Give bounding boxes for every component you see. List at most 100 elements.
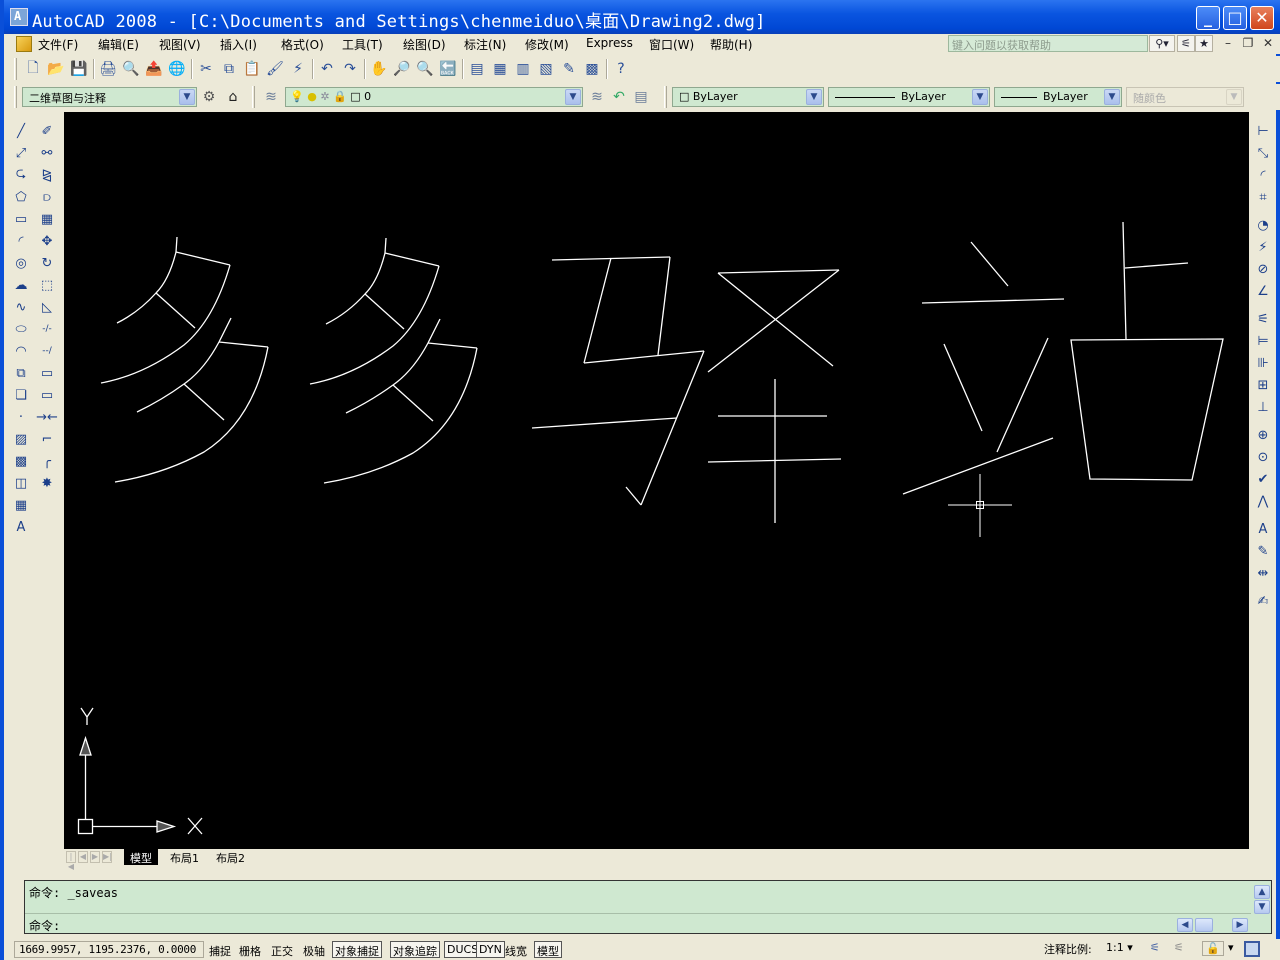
ellipse-tool-button[interactable]: ⬭ [10,318,32,340]
maximize-button[interactable]: □ [1223,6,1247,30]
copy-button[interactable]: ⧉ [218,58,240,80]
pan-button[interactable]: ✋ [368,58,390,80]
toolbar-grip[interactable] [252,86,255,108]
dimension-space-tool-button[interactable]: ⊞ [1252,374,1274,396]
break-at-point-tool-button[interactable]: ▭ [36,362,58,384]
linear-dimension-tool-button[interactable]: ⊢ [1252,120,1274,142]
menu-edit[interactable]: 编辑(E) [98,36,139,53]
join-tool-button[interactable]: →← [36,406,58,428]
tab-layout1[interactable]: 布局1 [164,849,205,865]
save-button[interactable]: 💾 [68,58,90,80]
paste-button[interactable]: 📋 [241,58,263,80]
my-workspace-button[interactable]: ⌂ [222,86,244,108]
layer-states-button[interactable]: ▤ [630,86,652,108]
minimize-button[interactable]: _ [1196,6,1220,30]
clean-screen-button[interactable] [1244,941,1260,957]
polyline-tool-button[interactable]: ⮎ [10,164,32,186]
previous-tab-button[interactable]: ◀ [78,851,88,863]
center-mark-tool-button[interactable]: ⊙ [1252,446,1274,468]
linetype-select[interactable]: ByLayer ▼ [828,87,990,107]
trim-tool-button[interactable]: -/- [36,318,58,340]
help-search-button[interactable]: ⚲▾ [1149,35,1175,52]
scroll-up-button[interactable]: ▲ [1254,885,1270,899]
make-block-tool-button[interactable]: ❏ [10,384,32,406]
revision-cloud-tool-button[interactable]: ☁ [10,274,32,296]
menu-tools[interactable]: 工具(T) [342,36,383,53]
annotation-scale-select[interactable]: 1:1 ▾ [1106,941,1133,954]
publish-button[interactable]: 📤 [143,58,165,80]
auto-scale-button[interactable]: ⚟ [1174,941,1184,954]
coordinates-readout[interactable]: 1669.9957, 1195.2376, 0.0000 [14,941,204,958]
break-tool-button[interactable]: ▭ [36,384,58,406]
plot-button[interactable]: 🖨 [97,58,119,80]
redo-button[interactable]: ↷ [339,58,361,80]
ordinate-tool-button[interactable]: ⌗ [1252,186,1274,208]
close-button[interactable]: ✕ [1250,6,1274,30]
calculator-button[interactable]: ▩ [581,58,603,80]
toolbar-lock-button[interactable]: 🔓 [1202,941,1224,956]
document-icon[interactable] [16,36,32,52]
dimension-style-tool-button[interactable]: ✍ [1252,590,1274,612]
array-tool-button[interactable]: ▦ [36,208,58,230]
last-tab-button[interactable]: ▶| [102,851,112,863]
scroll-left-button[interactable]: ◀ [1177,918,1193,932]
toggle-dyn[interactable]: DYN [476,941,505,958]
toggle-snap[interactable]: 捕捉 [206,941,234,958]
color-select[interactable]: □ ByLayer ▼ [672,87,824,107]
radius-tool-button[interactable]: ◔ [1252,214,1274,236]
lineweight-select[interactable]: ByLayer ▼ [994,87,1122,107]
cut-button[interactable]: ✂ [195,58,217,80]
mirror-tool-button[interactable]: ⧎ [36,164,58,186]
tolerance-tool-button[interactable]: ⊕ [1252,424,1274,446]
polygon-tool-button[interactable]: ⬠ [10,186,32,208]
undo-button[interactable]: ↶ [316,58,338,80]
toolbar-grip[interactable] [664,86,667,108]
rotate-tool-button[interactable]: ↻ [36,252,58,274]
doc-restore-button[interactable]: ❐ [1240,36,1256,50]
toggle-osnap[interactable]: 对象捕捉 [332,941,382,958]
gradient-tool-button[interactable]: ▩ [10,450,32,472]
open-button[interactable]: 📂 [45,58,67,80]
toolbar-grip[interactable] [14,86,17,108]
lock-menu-button[interactable]: ▾ [1228,941,1234,954]
insert-block-tool-button[interactable]: ⧉ [10,362,32,384]
circle-tool-button[interactable]: ◎ [10,252,32,274]
tab-layout2[interactable]: 布局2 [210,849,251,865]
workspace-select[interactable]: 二维草图与注释 ▼ [22,87,197,107]
properties-button[interactable]: ▤ [466,58,488,80]
toolbar-grip[interactable] [14,58,17,80]
move-tool-button[interactable]: ✥ [36,230,58,252]
autocad-app-icon[interactable] [10,8,28,26]
line-tool-button[interactable]: ╱ [10,120,32,142]
layer-previous-button[interactable]: ↶ [608,86,630,108]
annotation-visibility-button[interactable]: ⚟ [1150,941,1160,954]
inspection-tool-button[interactable]: ✔ [1252,468,1274,490]
dimension-break-tool-button[interactable]: ⊥ [1252,396,1274,418]
aligned-dimension-tool-button[interactable]: ⤡ [1252,142,1274,164]
angular-tool-button[interactable]: ∠ [1252,280,1274,302]
ellipse-arc-tool-button[interactable]: ◠ [10,340,32,362]
zoom-realtime-button[interactable]: 🔎 [391,58,413,80]
quick-dimension-tool-button[interactable]: ⚟ [1252,308,1274,330]
toggle-ortho[interactable]: 正交 [268,941,296,958]
diameter-tool-button[interactable]: ⊘ [1252,258,1274,280]
sheet-set-button[interactable]: ▧ [535,58,557,80]
offset-tool-button[interactable]: ⫐ [36,186,58,208]
hatch-tool-button[interactable]: ▨ [10,428,32,450]
menu-dimension[interactable]: 标注(N) [464,36,506,53]
dimension-text-edit-tool-button[interactable]: ✎ [1252,540,1274,562]
match-properties-button[interactable]: 🖌 [264,58,286,80]
doc-minimize-button[interactable]: – [1220,36,1236,50]
dimension-edit-tool-button[interactable]: A [1252,518,1274,540]
workspace-settings-button[interactable]: ⚙ [198,86,220,108]
communication-center-button[interactable]: ⚟ [1177,35,1195,52]
scale-tool-button[interactable]: ⬚ [36,274,58,296]
continue-tool-button[interactable]: ⊪ [1252,352,1274,374]
toggle-otrack[interactable]: 对象追踪 [390,941,440,958]
help-button[interactable]: ? [610,58,632,80]
zoom-window-button[interactable]: 🔍 [414,58,436,80]
baseline-tool-button[interactable]: ⊨ [1252,330,1274,352]
multiline-text-tool-button[interactable]: A [10,516,32,538]
menu-draw[interactable]: 绘图(D) [403,36,446,53]
arc-length-tool-button[interactable]: ◜ [1252,164,1274,186]
